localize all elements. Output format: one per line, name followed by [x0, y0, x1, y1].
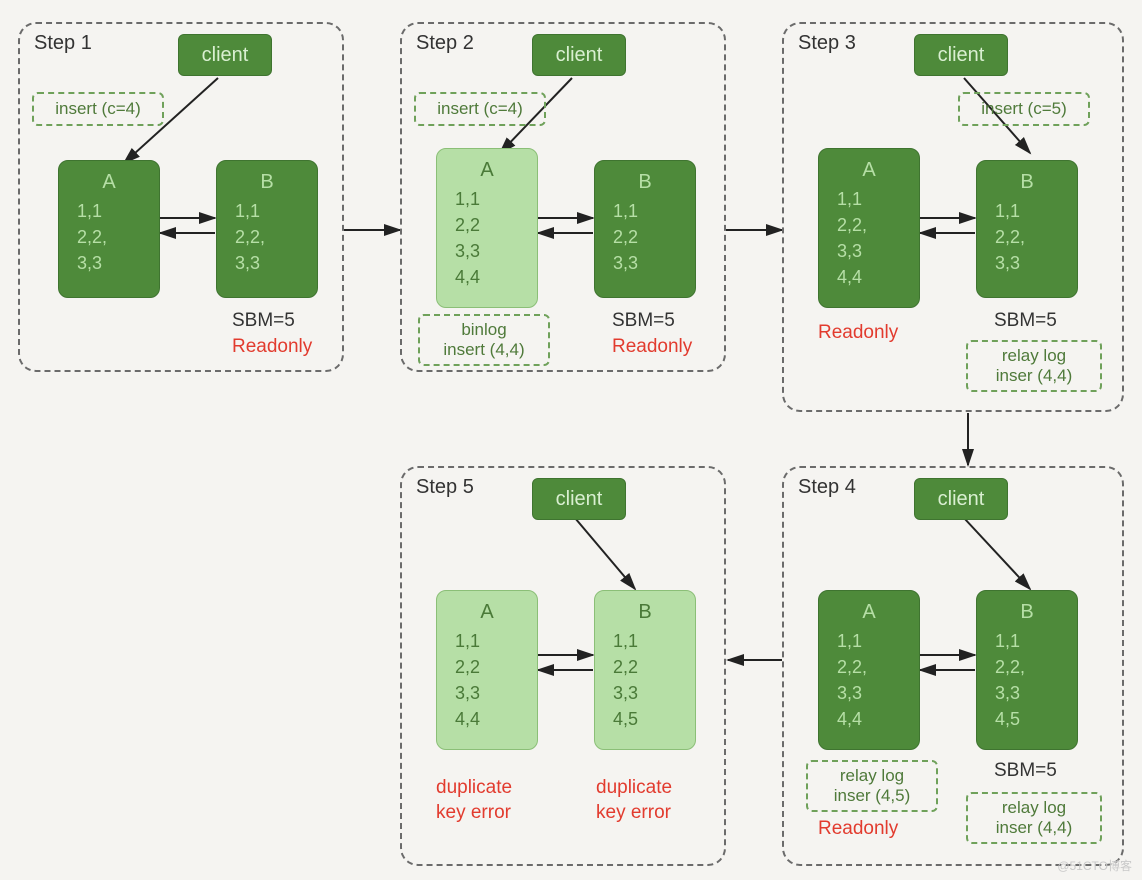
error-line2: key error [596, 802, 671, 823]
node-row: 3,3 [977, 250, 1077, 276]
node-header: A [819, 601, 919, 624]
node-b: B 1,1 2,2 3,3 4,5 [594, 590, 696, 750]
node-row: 3,3 [437, 680, 537, 706]
node-b: B 1,1 2,2, 3,3 [976, 160, 1078, 298]
node-row: 2,2 [595, 224, 695, 250]
client-box: client [178, 34, 272, 76]
node-a: A 1,1 2,2, 3,3 4,4 [818, 590, 920, 750]
node-row: 1,1 [217, 198, 317, 224]
watermark: @51CTO博客 [1057, 857, 1132, 874]
node-header: B [217, 171, 317, 194]
step-title: Step 5 [416, 476, 474, 499]
error-b: duplicate key error [596, 776, 672, 825]
node-a: A 1,1 2,2 3,3 4,4 [436, 148, 538, 308]
readonly-label: Readonly [818, 322, 898, 344]
diagram-canvas: Step 1 client insert (c=4) A 1,1 2,2, 3,… [0, 0, 1142, 880]
insert-tag: insert (c=4) [32, 92, 164, 126]
node-row: 3,3 [217, 250, 317, 276]
sbm-label: SBM=5 [994, 760, 1057, 782]
node-row: 1,1 [977, 198, 1077, 224]
node-b: B 1,1 2,2, 3,3 4,5 [976, 590, 1078, 750]
node-row: 3,3 [977, 680, 1077, 706]
step-title: Step 3 [798, 32, 856, 55]
relay-line1: relay log [840, 766, 904, 786]
node-b: B 1,1 2,2 3,3 [594, 160, 696, 298]
node-row: 1,1 [437, 186, 537, 212]
insert-tag: insert (c=5) [958, 92, 1090, 126]
relay-line2: inser (4,4) [996, 366, 1073, 386]
relaylog-tag: relay log inser (4,4) [966, 340, 1102, 392]
relay-line2: inser (4,5) [834, 786, 911, 806]
node-row: 2,2, [59, 224, 159, 250]
node-header: A [819, 159, 919, 182]
sbm-label: SBM=5 [232, 310, 295, 332]
readonly-label: Readonly [232, 336, 312, 358]
node-header: A [437, 601, 537, 624]
node-row: 1,1 [977, 628, 1077, 654]
node-row: 2,2, [819, 654, 919, 680]
binlog-line2: insert (4,4) [443, 340, 524, 360]
node-row: 1,1 [595, 628, 695, 654]
node-header: B [595, 601, 695, 624]
node-row: 1,1 [819, 628, 919, 654]
sbm-label: SBM=5 [994, 310, 1057, 332]
client-box: client [914, 478, 1008, 520]
node-header: B [977, 601, 1077, 624]
node-row: 2,2, [217, 224, 317, 250]
relaylog-a-tag: relay log inser (4,5) [806, 760, 938, 812]
node-a: A 1,1 2,2, 3,3 [58, 160, 160, 298]
node-header: A [437, 159, 537, 182]
node-row: 4,4 [819, 706, 919, 732]
node-row: 3,3 [595, 250, 695, 276]
node-row: 2,2 [595, 654, 695, 680]
readonly-label: Readonly [612, 336, 692, 358]
node-row: 4,4 [819, 264, 919, 290]
node-row: 2,2 [437, 654, 537, 680]
node-row: 1,1 [819, 186, 919, 212]
node-row: 4,5 [595, 706, 695, 732]
client-box: client [914, 34, 1008, 76]
node-row: 3,3 [819, 238, 919, 264]
readonly-label: Readonly [818, 818, 898, 840]
error-line1: duplicate [596, 777, 672, 798]
node-header: A [59, 171, 159, 194]
relay-line1: relay log [1002, 346, 1066, 366]
node-row: 4,4 [437, 264, 537, 290]
node-row: 3,3 [595, 680, 695, 706]
binlog-line1: binlog [461, 320, 506, 340]
node-a: A 1,1 2,2 3,3 4,4 [436, 590, 538, 750]
relay-line2: inser (4,4) [996, 818, 1073, 838]
step-title: Step 1 [34, 32, 92, 55]
node-row: 2,2, [977, 224, 1077, 250]
node-header: B [595, 171, 695, 194]
client-box: client [532, 34, 626, 76]
error-line1: duplicate [436, 777, 512, 798]
sbm-label: SBM=5 [612, 310, 675, 332]
error-line2: key error [436, 802, 511, 823]
node-row: 4,4 [437, 706, 537, 732]
node-row: 2,2, [977, 654, 1077, 680]
node-row: 3,3 [819, 680, 919, 706]
step-title: Step 2 [416, 32, 474, 55]
node-header: B [977, 171, 1077, 194]
relay-line1: relay log [1002, 798, 1066, 818]
node-row: 2,2 [437, 212, 537, 238]
node-row: 4,5 [977, 706, 1077, 732]
client-box: client [532, 478, 626, 520]
binlog-tag: binlog insert (4,4) [418, 314, 550, 366]
relaylog-b-tag: relay log inser (4,4) [966, 792, 1102, 844]
node-row: 2,2, [819, 212, 919, 238]
insert-tag: insert (c=4) [414, 92, 546, 126]
error-a: duplicate key error [436, 776, 512, 825]
node-row: 1,1 [59, 198, 159, 224]
node-a: A 1,1 2,2, 3,3 4,4 [818, 148, 920, 308]
node-row: 3,3 [59, 250, 159, 276]
node-row: 1,1 [437, 628, 537, 654]
node-row: 1,1 [595, 198, 695, 224]
step-title: Step 4 [798, 476, 856, 499]
node-row: 3,3 [437, 238, 537, 264]
node-b: B 1,1 2,2, 3,3 [216, 160, 318, 298]
